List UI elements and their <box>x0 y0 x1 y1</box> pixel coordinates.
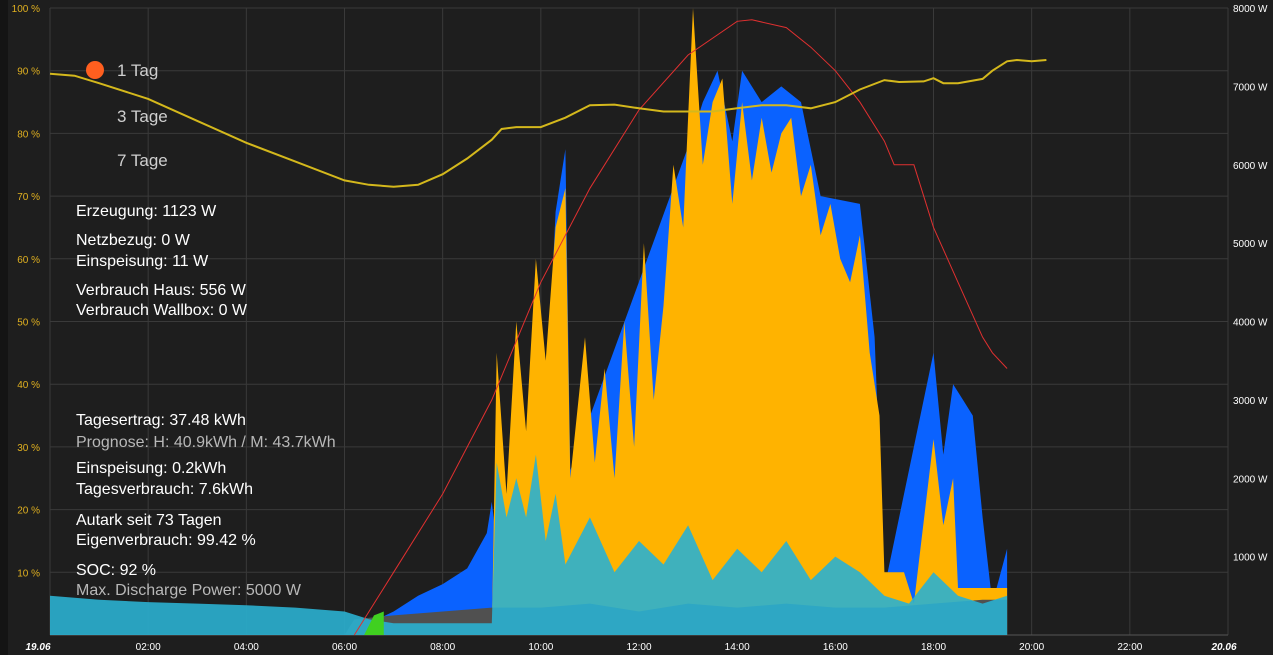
x-axis-tick-label: 12:00 <box>626 642 651 653</box>
x-axis-tick-label: 04:00 <box>234 642 259 653</box>
x-axis-tick-label: 02:00 <box>136 642 161 653</box>
left-axis-tick-label: 90 % <box>17 67 40 78</box>
x-axis-tick-label: 20.06 <box>1210 642 1236 653</box>
right-axis-tick-label: 2000 W <box>1233 474 1268 485</box>
right-axis-tick-label: 1000 W <box>1233 553 1268 564</box>
right-axis-tick-label: 4000 W <box>1233 318 1268 329</box>
right-axis-tick-label: 3000 W <box>1233 396 1268 407</box>
left-axis-tick-label: 40 % <box>17 380 40 391</box>
left-axis-tick-label: 20 % <box>17 506 40 517</box>
range-option-3-tage[interactable]: 3 Tage <box>117 107 168 127</box>
left-axis-tick-label: 80 % <box>17 129 40 140</box>
left-axis-tick-label: 50 % <box>17 318 40 329</box>
left-axis-tick-label: 100 % <box>12 4 40 15</box>
x-axis-tick-label: 08:00 <box>430 642 455 653</box>
x-axis-tick-label: 16:00 <box>823 642 848 653</box>
right-axis-tick-label: 6000 W <box>1233 161 1268 172</box>
left-axis-tick-label: 70 % <box>17 192 40 203</box>
x-axis-tick-label: 22:00 <box>1117 642 1142 653</box>
left-border <box>0 0 8 655</box>
energy-chart: 10 % 20 % 30 % 40 % 50 % 60 % 70 % 80 % 90 % 100 … <box>0 0 1273 655</box>
range-option-7-tage[interactable]: 7 Tage <box>117 151 168 171</box>
right-axis-tick-label: 7000 W <box>1233 82 1268 93</box>
x-axis-tick-label: 20:00 <box>1019 642 1044 653</box>
left-axis-tick-label: 10 % <box>17 568 40 579</box>
x-axis-tick-label: 10:00 <box>528 642 553 653</box>
x-axis-tick-label: 14:00 <box>725 642 750 653</box>
right-axis-tick-label: 8000 W <box>1233 4 1268 15</box>
x-axis-tick-label: 18:00 <box>921 642 946 653</box>
right-axis-tick-label: 5000 W <box>1233 239 1268 250</box>
left-axis-tick-label: 60 % <box>17 255 40 266</box>
x-axis-tick-label: 06:00 <box>332 642 357 653</box>
left-axis-tick-label: 30 % <box>17 443 40 454</box>
x-axis-tick-label: 19.06 <box>25 642 50 653</box>
range-option-1-tag[interactable]: 1 Tag <box>117 61 158 81</box>
